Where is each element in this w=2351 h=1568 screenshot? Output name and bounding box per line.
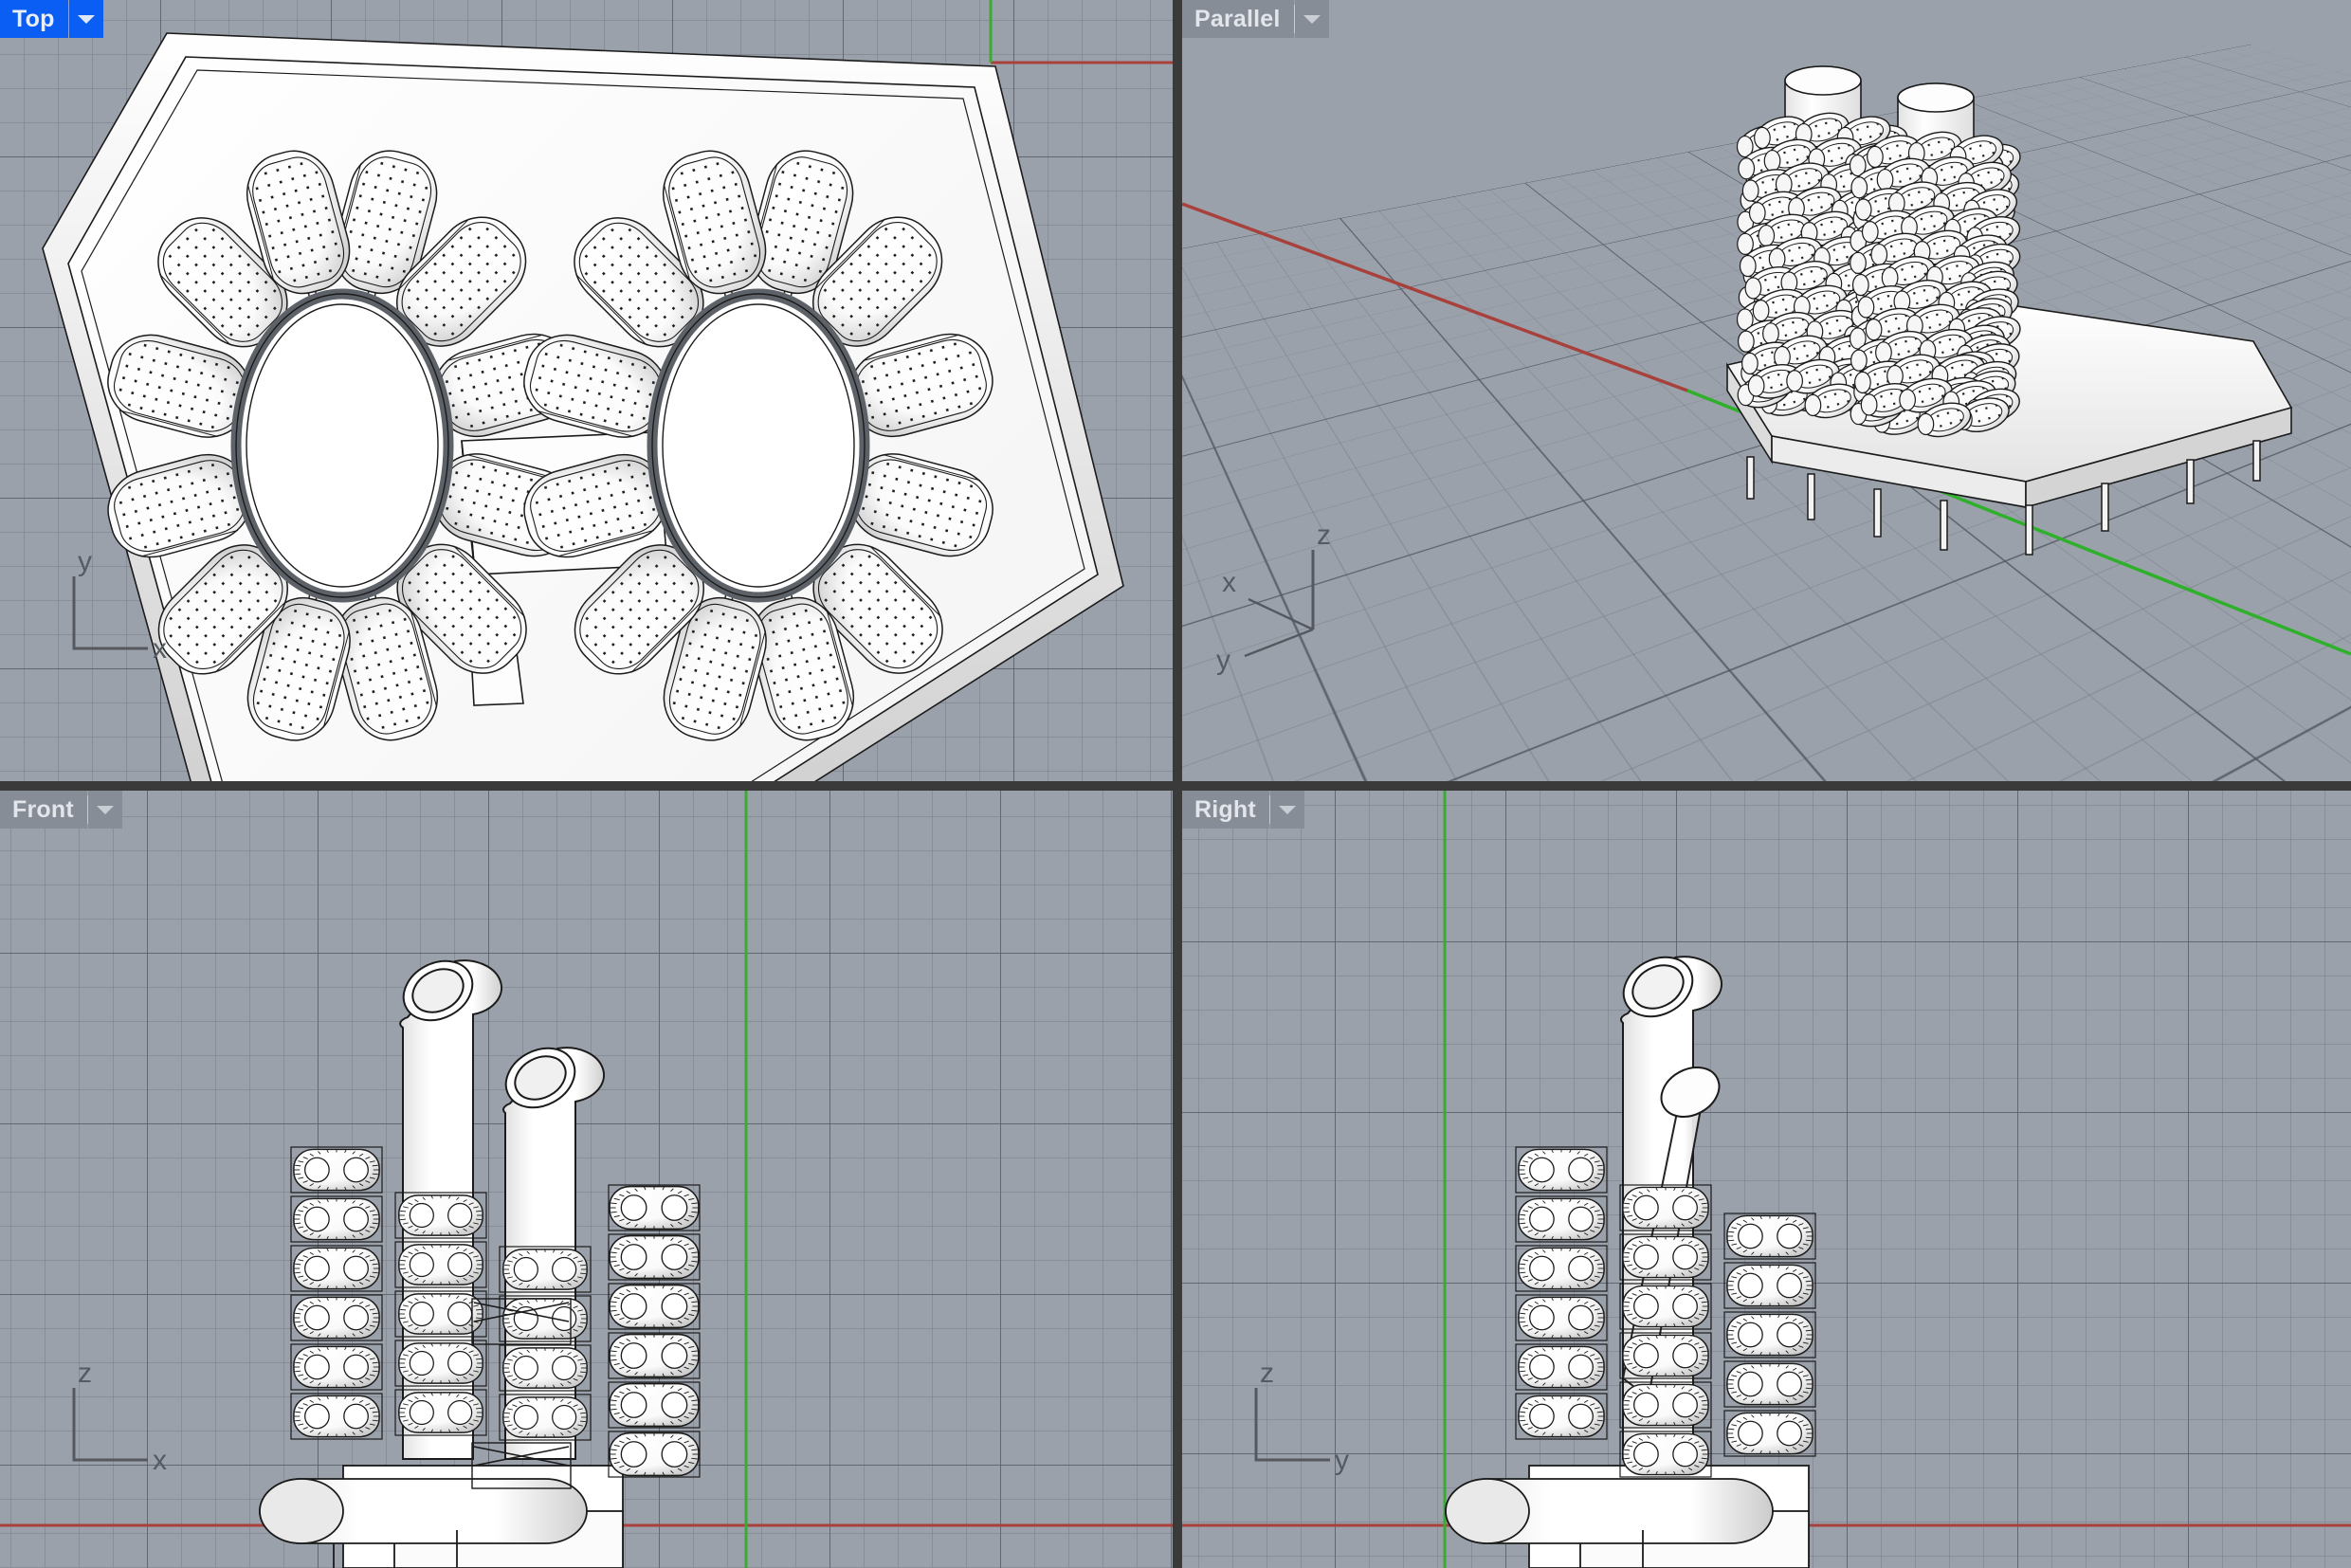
grid-front xyxy=(0,791,1173,1568)
viewport-title-label-right: Right xyxy=(1182,791,1269,829)
viewport-title-front[interactable]: Front xyxy=(0,791,122,829)
viewport-title-parallel[interactable]: Parallel xyxy=(1182,0,1329,38)
viewport-parallel[interactable]: Parallel z x y xyxy=(1182,0,2351,781)
viewport-title-label-front: Front xyxy=(0,791,87,829)
chevron-down-icon[interactable] xyxy=(68,0,103,38)
viewport-title-right[interactable]: Right xyxy=(1182,791,1304,829)
grid-right xyxy=(1182,791,2351,1568)
viewport-right[interactable]: Right z y xyxy=(1182,791,2351,1568)
viewport-title-label-top: Top xyxy=(0,0,68,38)
grid-top xyxy=(0,0,1173,781)
chevron-down-icon[interactable] xyxy=(87,791,122,829)
viewport-top[interactable]: Top y x xyxy=(0,0,1173,781)
chevron-down-icon[interactable] xyxy=(1294,0,1329,38)
viewport-front[interactable]: Front z x xyxy=(0,791,1173,1568)
chevron-down-icon[interactable] xyxy=(1269,791,1304,829)
viewport-title-top[interactable]: Top xyxy=(0,0,103,38)
grid-parallel xyxy=(1182,0,2351,781)
viewport-title-label-parallel: Parallel xyxy=(1182,0,1294,38)
cad-workspace: Top y x Parallel z x y Front z x Right z… xyxy=(0,0,2351,1568)
